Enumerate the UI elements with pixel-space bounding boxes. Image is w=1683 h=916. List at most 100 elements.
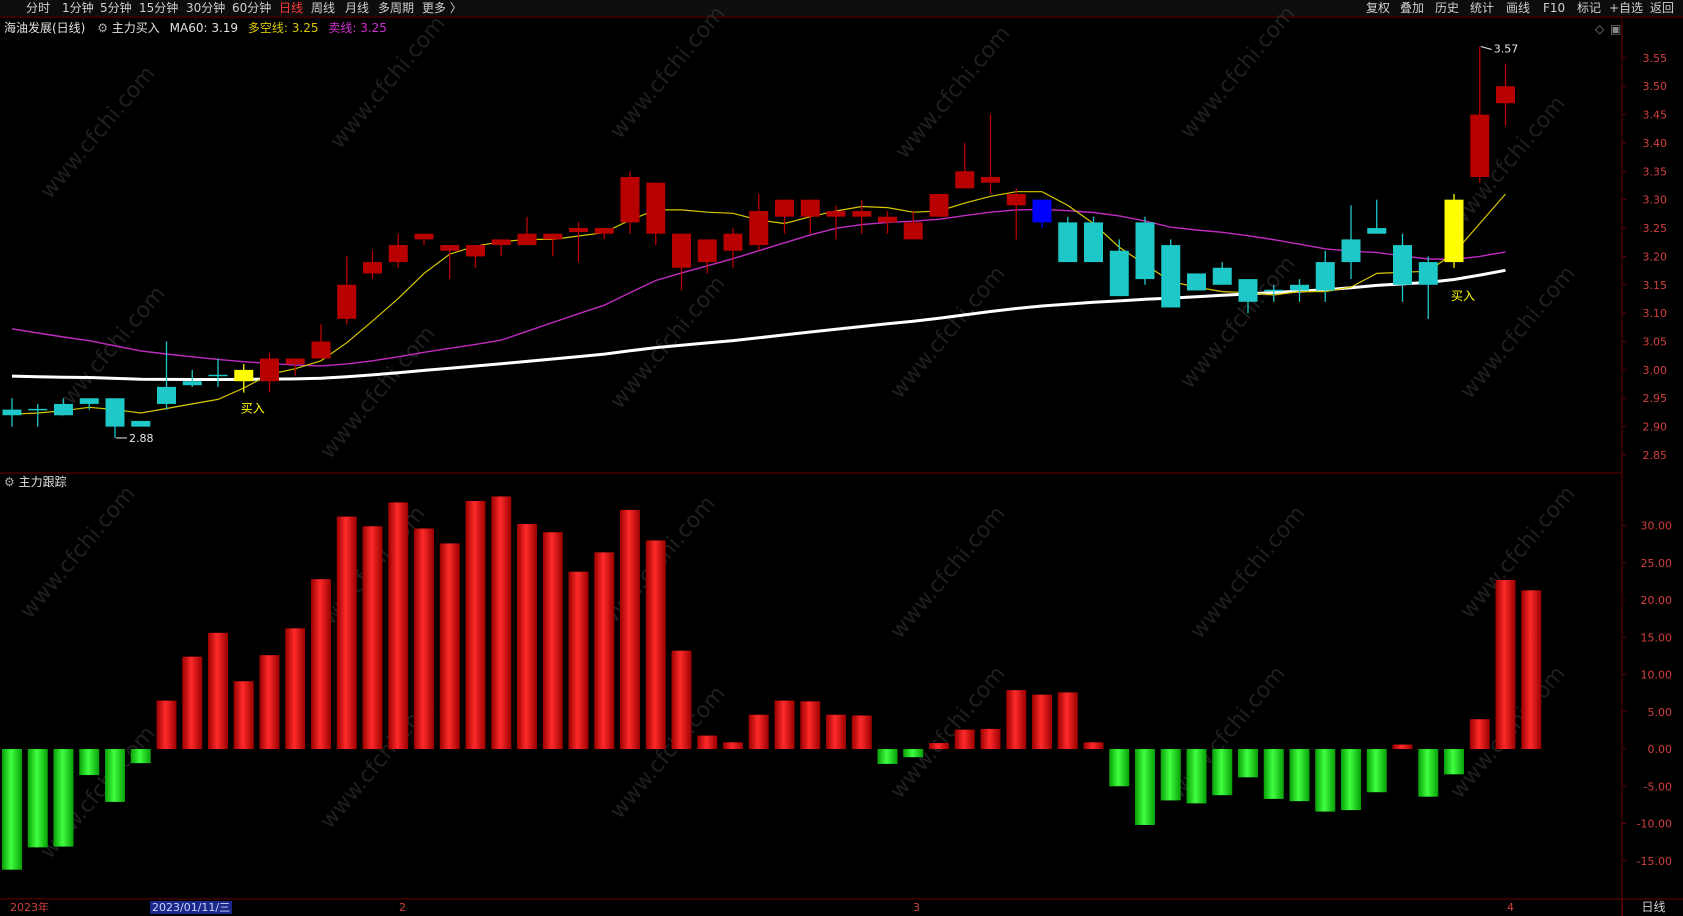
main-force-bar: [954, 729, 975, 750]
y-tick-label: 3.15: [1643, 279, 1668, 292]
main-force-bar: [1160, 749, 1181, 801]
candle-body: [491, 239, 511, 246]
candle-body: [234, 369, 254, 382]
main-force-bar: [1032, 694, 1052, 750]
y-tick-label: 3.30: [1643, 194, 1668, 207]
watermark-text: www.cfchi.com: [885, 501, 1010, 643]
y-tick-label: 3.25: [1643, 222, 1668, 235]
sub-y-tick-label: -15.00: [1637, 855, 1672, 868]
main-force-bar: [182, 656, 203, 750]
candle-body: [672, 233, 691, 268]
watermark-text: www.cfchi.com: [890, 21, 1015, 163]
candle-body: [285, 358, 305, 365]
sub-y-tick-label: 0.00: [1648, 743, 1673, 756]
main-force-bar: [877, 749, 898, 764]
y-tick-label: 3.10: [1643, 307, 1668, 320]
watermark-text: www.cfchi.com: [1455, 481, 1580, 623]
candle-body: [2, 409, 22, 416]
candle-body: [775, 199, 794, 217]
main-force-bar: [1006, 690, 1027, 750]
watermark-text: www.cfchi.com: [1175, 251, 1300, 393]
sub-y-tick-label: 20.00: [1641, 594, 1673, 607]
main-force-bar: [1315, 749, 1336, 812]
candle-body: [1135, 222, 1155, 280]
candle-body: [903, 222, 923, 240]
buy-signal-label: 买入: [241, 402, 265, 416]
candle-body: [878, 216, 897, 223]
x-month-2: 2: [399, 901, 406, 914]
candle-body: [1058, 222, 1078, 263]
main-force-bar: [517, 524, 537, 750]
y-tick-label: 2.85: [1643, 449, 1668, 462]
x-month-3: 3: [913, 901, 920, 914]
main-force-bar: [826, 714, 846, 750]
main-force-bar: [568, 571, 589, 750]
candle-body: [388, 245, 408, 263]
candle-body: [1315, 262, 1335, 291]
sub-y-tick-label: 25.00: [1641, 557, 1673, 570]
watermark-text: www.cfchi.com: [1175, 1, 1300, 143]
y-tick-label: 3.00: [1643, 364, 1668, 377]
diamond-icon: ◇: [1595, 22, 1605, 36]
main-force-bar: [491, 496, 512, 750]
candle-body: [1187, 273, 1206, 291]
watermark-text: www.cfchi.com: [15, 481, 140, 623]
candle-body: [79, 398, 99, 404]
high-arrow: [1480, 46, 1492, 50]
candle-body: [1470, 114, 1490, 177]
sub-y-tick-label: -10.00: [1637, 818, 1672, 831]
main-force-bar: [1469, 719, 1490, 750]
candle-body: [414, 233, 434, 240]
main-force-bar: [259, 655, 280, 750]
y-tick-label: 3.35: [1643, 165, 1668, 178]
candle-body: [311, 341, 331, 359]
period-label[interactable]: 日线: [1622, 899, 1683, 916]
main-force-bar: [465, 500, 486, 750]
candle-body: [620, 176, 640, 223]
main-force-bar: [980, 728, 1001, 750]
candle-body: [981, 176, 1000, 183]
y-tick-label: 3.55: [1643, 52, 1668, 65]
y-tick-label: 3.45: [1643, 109, 1668, 122]
main-force-bar: [1418, 749, 1439, 797]
candle-body: [826, 211, 846, 217]
main-force-bar: [130, 749, 151, 764]
main-force-bar: [851, 715, 872, 750]
candle-body: [466, 245, 485, 257]
main-force-bar: [233, 681, 254, 750]
candle-body: [569, 228, 588, 233]
high-price-marker: 3.57: [1494, 43, 1519, 56]
candle-body: [749, 211, 769, 246]
main-force-bar: [929, 743, 949, 750]
main-force-bar: [414, 528, 434, 750]
main-force-bar: [1263, 749, 1284, 799]
candle-body: [1109, 250, 1129, 297]
buy-signal-label: 买入: [1451, 289, 1475, 303]
main-force-bar: [1341, 749, 1361, 811]
main-force-bar: [697, 735, 718, 750]
candle-body: [1161, 245, 1181, 308]
watermark-text: www.cfchi.com: [1185, 501, 1310, 643]
candle-body: [1212, 267, 1232, 285]
candle-body: [1393, 245, 1412, 285]
candle-body: [1084, 222, 1103, 263]
cursor-date-highlight: 2023/01/11/三: [150, 901, 233, 914]
candle-body: [955, 171, 975, 189]
main-force-bar: [748, 714, 769, 750]
chart-canvas[interactable]: www.cfchi.com www.cfchi.com www.cfchi.com w…: [0, 0, 1683, 916]
main-force-bar: [53, 749, 74, 847]
y-tick-label: 3.50: [1643, 80, 1668, 93]
candle-body: [929, 194, 949, 217]
y-tick-label: 3.40: [1643, 137, 1668, 150]
candle-body: [1444, 199, 1464, 263]
main-force-bar: [156, 700, 177, 750]
sub-y-tick-label: -5.00: [1644, 780, 1672, 793]
candle-body: [1341, 239, 1361, 263]
candle-body: [646, 182, 666, 234]
x-year-label: 2023年: [10, 901, 49, 914]
candle-body: [543, 233, 563, 240]
main-force-bar: [388, 502, 409, 750]
candle-body: [1367, 228, 1387, 234]
main-force-bar: [1289, 749, 1310, 802]
main-force-bar: [1495, 579, 1516, 750]
